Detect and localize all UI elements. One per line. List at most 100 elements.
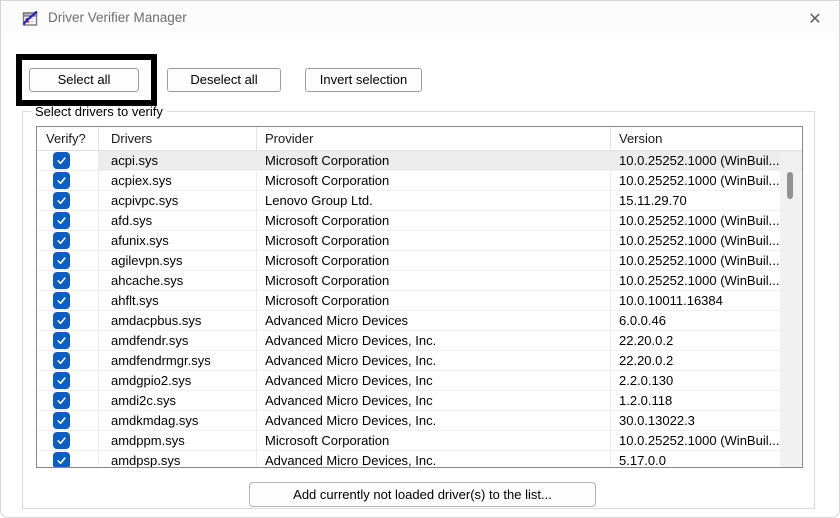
check-icon: [56, 215, 67, 226]
list-header: Verify? Drivers Provider Version: [37, 127, 802, 151]
column-header-version[interactable]: Version: [611, 127, 802, 150]
close-icon[interactable]: ✕: [801, 7, 829, 31]
driver-verifier-manager-window: Driver Verifier Manager ✕ Select all Des…: [0, 0, 840, 518]
verify-cell: [37, 191, 99, 211]
driver-name-cell: amdgpio2.sys: [99, 371, 257, 391]
select-all-button[interactable]: Select all: [29, 68, 139, 92]
add-not-loaded-drivers-button[interactable]: Add currently not loaded driver(s) to th…: [249, 482, 596, 507]
table-row[interactable]: amdpsp.sys Advanced Micro Devices, Inc. …: [37, 451, 802, 468]
table-row[interactable]: amdfendrmgr.sys Advanced Micro Devices, …: [37, 351, 802, 371]
driver-name-cell: amdfendr.sys: [99, 331, 257, 351]
verify-checkbox[interactable]: [53, 312, 70, 329]
provider-cell: Advanced Micro Devices, Inc.: [257, 351, 611, 371]
driver-name-cell: amdi2c.sys: [99, 391, 257, 411]
verify-cell: [37, 231, 99, 251]
window-title: Driver Verifier Manager: [48, 10, 187, 25]
table-row[interactable]: acpi.sys Microsoft Corporation 10.0.2525…: [37, 151, 802, 171]
driver-name-cell: amdpsp.sys: [99, 451, 257, 468]
column-header-drivers[interactable]: Drivers: [99, 127, 257, 150]
table-row[interactable]: afunix.sys Microsoft Corporation 10.0.25…: [37, 231, 802, 251]
verify-cell: [37, 271, 99, 291]
version-cell: 10.0.25252.1000 (WinBuil...: [611, 211, 802, 231]
verify-checkbox[interactable]: [53, 212, 70, 229]
table-row[interactable]: acpiex.sys Microsoft Corporation 10.0.25…: [37, 171, 802, 191]
verify-cell: [37, 391, 99, 411]
vertical-scrollbar[interactable]: [780, 152, 801, 468]
verify-checkbox[interactable]: [53, 272, 70, 289]
version-cell: 15.11.29.70: [611, 191, 802, 211]
table-row[interactable]: amdacpbus.sys Advanced Micro Devices 6.0…: [37, 311, 802, 331]
table-row[interactable]: afd.sys Microsoft Corporation 10.0.25252…: [37, 211, 802, 231]
verify-cell: [37, 331, 99, 351]
driver-name-cell: amdfendrmgr.sys: [99, 351, 257, 371]
column-header-provider[interactable]: Provider: [257, 127, 611, 150]
table-row[interactable]: agilevpn.sys Microsoft Corporation 10.0.…: [37, 251, 802, 271]
version-cell: 10.0.25252.1000 (WinBuil...: [611, 271, 802, 291]
driver-name-cell: acpivpc.sys: [99, 191, 257, 211]
table-row[interactable]: amdppm.sys Microsoft Corporation 10.0.25…: [37, 431, 802, 451]
version-cell: 10.0.10011.16384: [611, 291, 802, 311]
check-icon: [56, 455, 67, 466]
table-row[interactable]: ahcache.sys Microsoft Corporation 10.0.2…: [37, 271, 802, 291]
scrollbar-thumb[interactable]: [787, 172, 793, 199]
version-cell: 6.0.0.46: [611, 311, 802, 331]
verify-checkbox[interactable]: [53, 432, 70, 449]
verify-checkbox[interactable]: [53, 172, 70, 189]
deselect-all-button[interactable]: Deselect all: [167, 68, 281, 92]
version-cell: 5.17.0.0: [611, 451, 802, 468]
provider-cell: Lenovo Group Ltd.: [257, 191, 611, 211]
verify-checkbox[interactable]: [53, 372, 70, 389]
verify-checkbox[interactable]: [53, 392, 70, 409]
table-row[interactable]: amdkmdag.sys Advanced Micro Devices, Inc…: [37, 411, 802, 431]
check-icon: [56, 435, 67, 446]
verify-checkbox[interactable]: [53, 452, 70, 468]
verify-checkbox[interactable]: [53, 332, 70, 349]
version-cell: 10.0.25252.1000 (WinBuil...: [611, 251, 802, 271]
groupbox-label: Select drivers to verify: [31, 104, 167, 119]
check-icon: [56, 335, 67, 346]
provider-cell: Advanced Micro Devices, Inc.: [257, 451, 611, 468]
table-row[interactable]: amdi2c.sys Advanced Micro Devices, Inc 1…: [37, 391, 802, 411]
driver-name-cell: ahflt.sys: [99, 291, 257, 311]
verify-cell: [37, 371, 99, 391]
table-row[interactable]: amdfendr.sys Advanced Micro Devices, Inc…: [37, 331, 802, 351]
verify-cell: [37, 411, 99, 431]
table-row[interactable]: amdgpio2.sys Advanced Micro Devices, Inc…: [37, 371, 802, 391]
table-row[interactable]: acpivpc.sys Lenovo Group Ltd. 15.11.29.7…: [37, 191, 802, 211]
verify-checkbox[interactable]: [53, 152, 70, 169]
version-cell: 22.20.0.2: [611, 331, 802, 351]
verify-checkbox[interactable]: [53, 192, 70, 209]
check-icon: [56, 235, 67, 246]
check-icon: [56, 295, 67, 306]
verify-checkbox[interactable]: [53, 252, 70, 269]
column-header-verify[interactable]: Verify?: [37, 127, 99, 150]
driver-name-cell: acpiex.sys: [99, 171, 257, 191]
version-cell: 22.20.0.2: [611, 351, 802, 371]
verify-cell: [37, 311, 99, 331]
verify-checkbox[interactable]: [53, 292, 70, 309]
title-bar: Driver Verifier Manager ✕: [1, 1, 839, 33]
check-icon: [56, 415, 67, 426]
verify-cell: [37, 291, 99, 311]
check-icon: [56, 175, 67, 186]
version-cell: 10.0.25252.1000 (WinBuil...: [611, 171, 802, 191]
version-cell: 1.2.0.118: [611, 391, 802, 411]
invert-selection-button[interactable]: Invert selection: [305, 68, 422, 92]
check-icon: [56, 275, 67, 286]
driver-name-cell: amdkmdag.sys: [99, 411, 257, 431]
provider-cell: Microsoft Corporation: [257, 251, 611, 271]
verify-checkbox[interactable]: [53, 232, 70, 249]
driver-verifier-app-icon: [22, 10, 40, 28]
provider-cell: Advanced Micro Devices, Inc.: [257, 411, 611, 431]
version-cell: 10.0.25252.1000 (WinBuil...: [611, 431, 802, 451]
check-icon: [56, 395, 67, 406]
provider-cell: Microsoft Corporation: [257, 211, 611, 231]
check-icon: [56, 195, 67, 206]
verify-checkbox[interactable]: [53, 352, 70, 369]
verify-cell: [37, 431, 99, 451]
verify-checkbox[interactable]: [53, 412, 70, 429]
table-row[interactable]: ahflt.sys Microsoft Corporation 10.0.100…: [37, 291, 802, 311]
driver-name-cell: ahcache.sys: [99, 271, 257, 291]
driver-name-cell: acpi.sys: [99, 151, 257, 171]
version-cell: 2.2.0.130: [611, 371, 802, 391]
